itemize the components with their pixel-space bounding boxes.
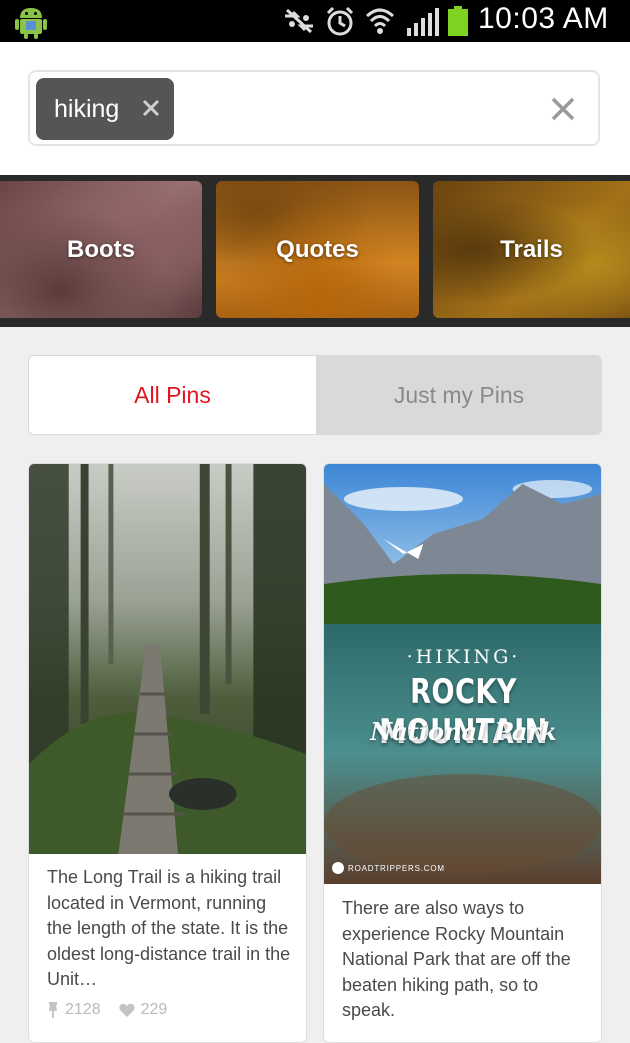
android-debug-icon xyxy=(15,8,47,39)
pin-description: The Long Trail is a hiking trail located… xyxy=(47,867,291,989)
guide-tile-trails[interactable]: Trails xyxy=(433,181,630,318)
repin-icon xyxy=(49,1002,57,1018)
pin-description: There are also ways to experience Rocky … xyxy=(342,898,571,1020)
overlay-hiking-text: ·HIKING· xyxy=(406,646,521,668)
alarm-icon xyxy=(326,6,354,36)
guide-tile-boots[interactable]: Boots xyxy=(0,181,202,318)
all-pins-tab[interactable]: All Pins xyxy=(29,356,316,434)
overlay-subtitle-text: National Park xyxy=(370,717,557,746)
search-input[interactable]: hiking xyxy=(28,70,600,146)
pin-image-forest-trail[interactable] xyxy=(29,464,306,854)
heart-icon xyxy=(118,1003,135,1017)
roadtrippers-logo-icon xyxy=(332,862,344,874)
search-header: hiking xyxy=(0,42,630,175)
status-bar: 10:03 AM xyxy=(0,0,630,42)
guided-search-bar: Boots Quotes Trails xyxy=(0,175,630,327)
image-credit: ROADTRIPPERS.COM xyxy=(332,862,445,874)
guide-tile-label: Boots xyxy=(67,235,135,263)
sync-off-icon xyxy=(285,8,313,34)
just-my-pins-tab[interactable]: Just my Pins xyxy=(316,356,601,434)
credit-text: ROADTRIPPERS.COM xyxy=(348,863,445,873)
guide-tile-quotes[interactable]: Quotes xyxy=(216,181,419,318)
pin-card[interactable]: ·HIKING· ROCKY MOUNTAIN National Park RO… xyxy=(323,463,602,1043)
battery-icon xyxy=(448,6,468,36)
clock: 10:03 AM xyxy=(478,2,609,35)
search-chip[interactable]: hiking xyxy=(36,78,174,140)
pin-stats: 2128 229 xyxy=(47,1001,167,1019)
guide-tile-label: Quotes xyxy=(276,235,359,263)
guide-tile-label: Trails xyxy=(500,235,563,263)
signal-icon xyxy=(407,8,439,36)
clear-search-icon[interactable] xyxy=(550,96,576,122)
pin-filter-toggle: All Pins Just my Pins xyxy=(28,355,602,435)
search-chip-label: hiking xyxy=(54,95,120,123)
pin-card[interactable]: The Long Trail is a hiking trail located… xyxy=(28,463,307,1043)
close-icon[interactable] xyxy=(140,97,162,119)
like-count: 229 xyxy=(140,1001,168,1018)
repin-count: 2128 xyxy=(65,1001,101,1018)
wifi-icon xyxy=(365,8,395,34)
